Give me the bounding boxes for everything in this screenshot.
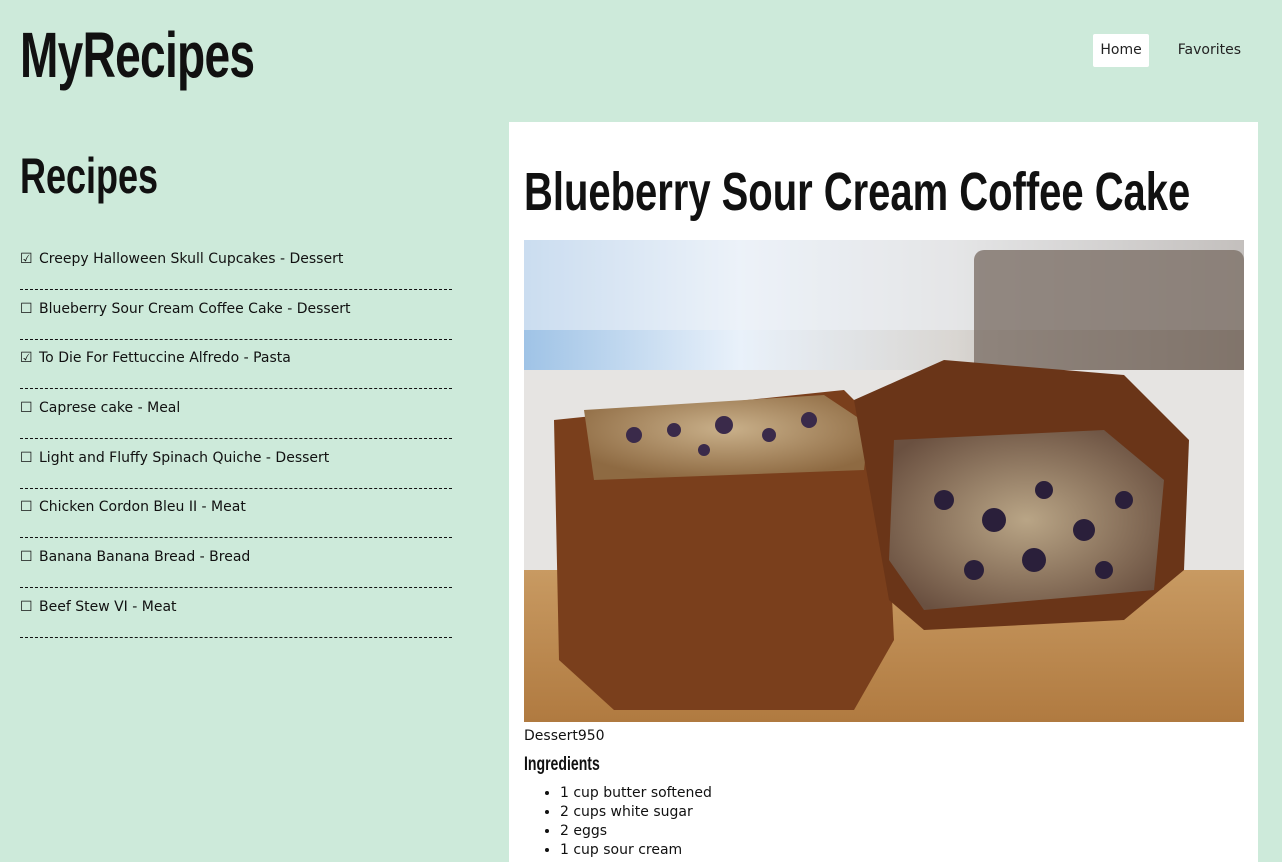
top-nav: Home Favorites [1093, 34, 1248, 67]
recipe-item-label[interactable]: To Die For Fettuccine Alfredo - Pasta [39, 350, 291, 366]
recipe-item-label[interactable]: Caprese cake - Meal [39, 400, 180, 416]
recipe-item-label[interactable]: Banana Banana Bread - Bread [39, 549, 250, 565]
ingredient-item: 2 eggs [560, 822, 712, 841]
checkbox-icon[interactable]: ☐ [20, 490, 39, 525]
recipe-list-item[interactable]: ☐ Banana Banana Bread - Bread [20, 540, 452, 589]
sidebar-title: Recipes [20, 148, 159, 204]
recipe-list-item[interactable]: ☐ Beef Stew VI - Meat [20, 590, 452, 638]
ingredients-list: 1 cup butter softened 2 cups white sugar… [524, 784, 712, 860]
recipe-item-label[interactable]: Chicken Cordon Bleu II - Meat [39, 499, 246, 515]
checkbox-icon[interactable]: ☐ [20, 391, 39, 426]
recipe-list-item[interactable]: ☑ Creepy Halloween Skull Cupcakes - Desse… [20, 242, 452, 290]
recipe-item-label[interactable]: Creepy Halloween Skull Cupcakes - Desser… [39, 251, 343, 267]
recipe-category-caption: Dessert950 [524, 728, 605, 744]
checkbox-icon[interactable]: ☐ [20, 292, 39, 327]
checkbox-icon[interactable]: ☐ [20, 540, 39, 575]
recipe-title: Blueberry Sour Cream Coffee Cake [524, 162, 1191, 222]
recipe-list-item[interactable]: ☐ Caprese cake - Meal [20, 391, 452, 440]
recipe-detail-panel: Blueberry Sour Cream Coffee Cake Dessert… [509, 122, 1258, 862]
nav-home-link[interactable]: Home [1093, 34, 1149, 67]
ingredient-item: 2 cups white sugar [560, 803, 712, 822]
recipe-list-item[interactable]: ☐ Light and Fluffy Spinach Quiche - Desse… [20, 441, 452, 489]
page: MyRecipes Home Favorites Recipes ☑ Creepy… [0, 0, 1282, 862]
checkbox-icon[interactable]: ☑ [20, 341, 39, 376]
recipe-photo [524, 240, 1244, 722]
recipe-list-item[interactable]: ☑ To Die For Fettuccine Alfredo - Pasta [20, 341, 452, 390]
ingredient-item: 1 cup sour cream [560, 841, 712, 860]
recipe-list-item[interactable]: ☐ Chicken Cordon Bleu II - Meat [20, 490, 452, 539]
recipe-list-item[interactable]: ☐ Blueberry Sour Cream Coffee Cake - Dess… [20, 292, 452, 340]
checkbox-icon[interactable]: ☐ [20, 590, 39, 625]
recipe-sidebar: Recipes ☑ Creepy Halloween Skull Cupcakes… [20, 146, 452, 640]
checkbox-icon[interactable]: ☐ [20, 441, 39, 476]
blueberry-coffee-cake-photo [524, 240, 1244, 722]
site-title[interactable]: MyRecipes [20, 16, 255, 94]
nav-favorites-link[interactable]: Favorites [1171, 34, 1248, 67]
recipe-list: ☑ Creepy Halloween Skull Cupcakes - Desse… [20, 242, 452, 638]
recipe-item-label[interactable]: Beef Stew VI - Meat [39, 599, 177, 615]
recipe-item-label[interactable]: Light and Fluffy Spinach Quiche - Desser… [39, 450, 329, 466]
recipe-item-label[interactable]: Blueberry Sour Cream Coffee Cake - Desse… [39, 301, 351, 317]
ingredients-heading: Ingredients [524, 754, 600, 775]
ingredient-item: 1 cup butter softened [560, 784, 712, 803]
checkbox-icon[interactable]: ☑ [20, 242, 39, 277]
